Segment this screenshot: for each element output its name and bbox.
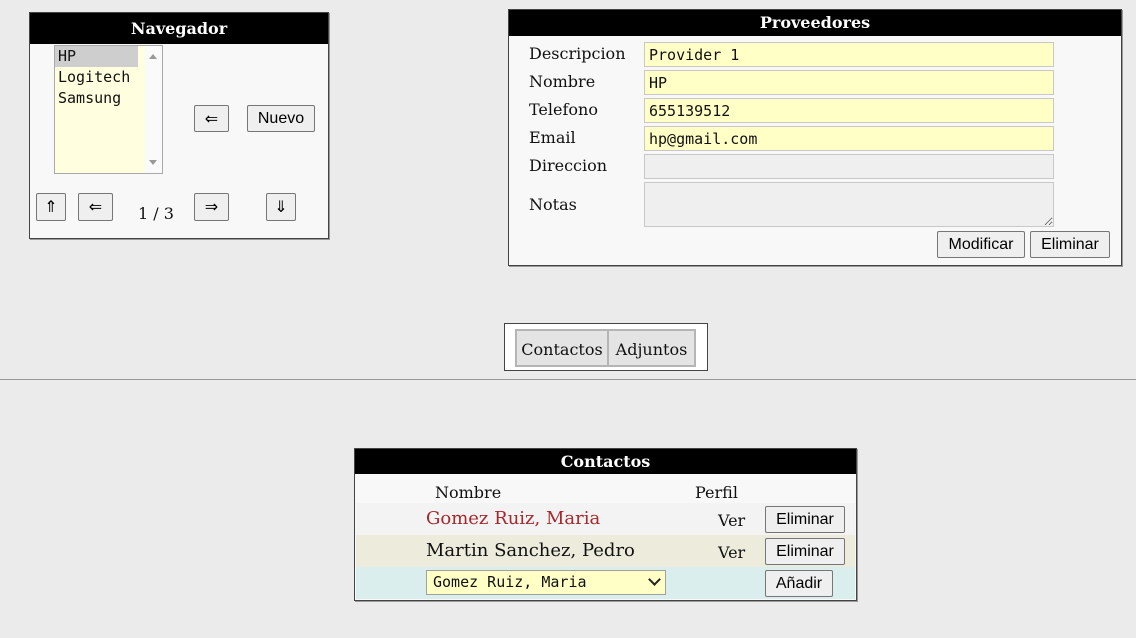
email-label: Email [529, 128, 576, 147]
telefono-field[interactable] [644, 98, 1054, 123]
contact-select-value: Gomez Ruiz, Maria [433, 573, 587, 591]
descripcion-label: Descripcion [529, 44, 626, 63]
delete-contact-button[interactable]: Eliminar [765, 538, 845, 565]
name-column-header: Nombre [435, 483, 502, 502]
email-field[interactable] [644, 126, 1054, 151]
page-indicator: 1 / 3 [138, 204, 174, 223]
tab-bar: Contactos Adjuntos [504, 323, 708, 371]
contact-name: Gomez Ruiz, Maria [426, 508, 601, 529]
nombre-field[interactable] [644, 70, 1054, 95]
contacts-panel: Contactos Nombre Perfil Gomez Ruiz, Mari… [354, 448, 857, 601]
last-button[interactable]: ⇓ [266, 193, 296, 221]
navigator-title: Navegador [30, 13, 328, 44]
table-row: Gomez Ruiz, Maria Ver Eliminar [356, 503, 855, 535]
navigator-panel: Navegador HP Logitech Samsung ⇐ Nuevo ⇑ … [29, 12, 329, 239]
contact-select[interactable]: Gomez Ruiz, Maria [426, 570, 666, 595]
table-row: Martin Sanchez, Pedro Ver Eliminar [356, 535, 855, 567]
view-profile-link[interactable]: Ver [718, 543, 745, 562]
modify-button[interactable]: Modificar [937, 231, 1025, 258]
direccion-label: Direccion [529, 156, 608, 175]
prev-button[interactable]: ⇐ [78, 193, 113, 221]
telefono-label: Telefono [529, 100, 598, 119]
next-button[interactable]: ⇒ [194, 193, 229, 221]
section-divider [0, 379, 1136, 380]
direccion-field[interactable] [644, 154, 1054, 179]
back-button[interactable]: ⇐ [194, 105, 229, 132]
first-button[interactable]: ⇑ [36, 193, 66, 221]
delete-contact-button[interactable]: Eliminar [765, 506, 845, 533]
delete-provider-button[interactable]: Eliminar [1030, 231, 1110, 258]
notas-field[interactable] [644, 182, 1054, 227]
chevron-down-icon [648, 573, 661, 586]
notas-label: Notas [529, 195, 577, 214]
providers-title: Proveedores [509, 10, 1121, 36]
add-contact-row: Gomez Ruiz, Maria Añadir [356, 567, 855, 599]
tab-contactos[interactable]: Contactos [515, 329, 609, 367]
listbox-scrollbar[interactable] [145, 46, 162, 173]
nombre-label: Nombre [529, 72, 596, 91]
scroll-up-icon[interactable] [149, 54, 157, 59]
providers-panel: Proveedores Descripcion Nombre Telefono … [508, 9, 1122, 266]
provider-listbox[interactable]: HP Logitech Samsung [54, 45, 163, 174]
scroll-down-icon[interactable] [149, 160, 157, 165]
descripcion-field[interactable] [644, 42, 1054, 67]
profile-column-header: Perfil [695, 483, 738, 502]
list-item[interactable]: HP [55, 46, 138, 67]
view-profile-link[interactable]: Ver [718, 511, 745, 530]
contact-name: Martin Sanchez, Pedro [426, 540, 635, 561]
new-button[interactable]: Nuevo [247, 105, 315, 132]
add-contact-button[interactable]: Añadir [765, 570, 833, 597]
tab-adjuntos[interactable]: Adjuntos [607, 329, 696, 367]
contacts-title: Contactos [355, 449, 856, 474]
